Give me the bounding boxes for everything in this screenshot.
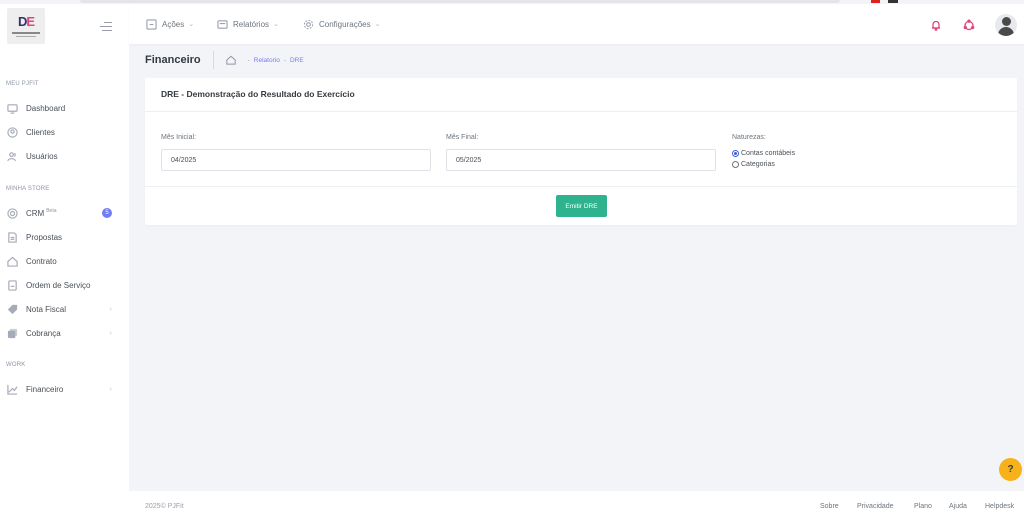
input-value: 04/2025 bbox=[171, 156, 197, 164]
logo-mark: DE bbox=[17, 14, 35, 29]
radio-checked-icon bbox=[732, 150, 739, 157]
sidebar-section-label: MEU PJFIT bbox=[6, 81, 39, 87]
menu-label: Relatórios bbox=[233, 19, 270, 29]
radio-contas-contabeis[interactable]: Contas contábeis bbox=[732, 150, 795, 157]
document-icon bbox=[6, 231, 18, 243]
breadcrumb-separator: - bbox=[247, 56, 250, 64]
browser-extension-icon[interactable] bbox=[871, 0, 880, 3]
footer-copyright: 2025© PJFit bbox=[145, 503, 184, 510]
sidebar-item-contrato[interactable]: Contrato bbox=[6, 253, 122, 269]
copy-icon bbox=[6, 327, 18, 339]
help-button[interactable]: ? bbox=[999, 458, 1022, 481]
sidebar-item-label: CRM bbox=[26, 208, 45, 218]
topbar: Ações ⌄ Relatórios ⌄ Configurações ⌄ bbox=[129, 4, 1024, 44]
sidebar-item-label: Cobrança bbox=[26, 328, 61, 338]
menu-acoes[interactable]: Ações ⌄ bbox=[146, 4, 194, 44]
sidebar-item-cobranca[interactable]: Cobrança › bbox=[6, 325, 122, 341]
radio-label: Contas contábeis bbox=[741, 150, 796, 157]
users-icon bbox=[6, 150, 18, 162]
dre-card: DRE - Demonstração do Resultado do Exerc… bbox=[145, 78, 1017, 225]
page-header: Financeiro - Relatorio - DRE bbox=[145, 50, 304, 70]
home-icon bbox=[6, 255, 18, 267]
footer-link-helpdesk[interactable]: Helpdesk bbox=[985, 503, 1014, 510]
sync-icon[interactable] bbox=[963, 19, 975, 31]
sidebar-section-label: WORK bbox=[6, 362, 26, 368]
sidebar-item-label: Dashboard bbox=[26, 103, 66, 113]
chevron-right-icon: › bbox=[109, 305, 112, 313]
footer: 2025© PJFit Sobre Privacidade Plano Ajud… bbox=[129, 491, 1024, 523]
menu-label: Ações bbox=[162, 19, 185, 29]
file-icon bbox=[6, 279, 18, 291]
sidebar-item-label: Financeiro bbox=[26, 384, 64, 394]
sidebar-section-label: MINHA STORE bbox=[6, 186, 50, 192]
sidebar-item-nota-fiscal[interactable]: Nota Fiscal › bbox=[6, 301, 122, 317]
menu-configuracoes[interactable]: Configurações ⌄ bbox=[303, 4, 380, 44]
footer-link-plano[interactable]: Plano bbox=[914, 503, 932, 510]
sidebar-item-usuarios[interactable]: Usuários bbox=[6, 148, 122, 164]
chevron-down-icon: ⌄ bbox=[273, 21, 279, 28]
radio-label: Categorias bbox=[741, 161, 775, 168]
sidebar-item-label: Propostas bbox=[26, 232, 63, 242]
menu-relatorios[interactable]: Relatórios ⌄ bbox=[217, 4, 279, 44]
home-icon[interactable] bbox=[225, 55, 236, 65]
beta-tag: Beta bbox=[46, 208, 57, 214]
sidebar-item-label: Usuários bbox=[26, 151, 58, 161]
report-icon bbox=[217, 19, 228, 30]
target-icon bbox=[6, 207, 18, 219]
sidebar-item-ordem-de-servico[interactable]: Ordem de Serviço bbox=[6, 277, 122, 293]
input-value: 05/2025 bbox=[456, 156, 482, 164]
breadcrumb-dre: DRE bbox=[289, 56, 304, 64]
nature-label: Naturezas: bbox=[732, 134, 766, 141]
sidebar-item-financeiro[interactable]: Financeiro › bbox=[6, 381, 122, 397]
bell-icon[interactable] bbox=[930, 19, 942, 31]
sidebar-item-label: Clientes bbox=[26, 127, 55, 137]
radio-unchecked-icon bbox=[732, 161, 739, 168]
sidebar-item-clientes[interactable]: Clientes bbox=[6, 124, 122, 140]
notification-badge: 5 bbox=[102, 208, 112, 218]
sidebar-item-label: Ordem de Serviço bbox=[26, 280, 91, 290]
sidebar-item-label: Nota Fiscal bbox=[26, 304, 67, 314]
chart-line-icon bbox=[6, 383, 18, 395]
sidebar-item-propostas[interactable]: Propostas bbox=[6, 229, 122, 245]
emit-dre-button[interactable]: Emitir DRE bbox=[556, 195, 607, 217]
start-month-label: Mês Inicial: bbox=[161, 134, 197, 141]
chevron-right-icon: › bbox=[109, 385, 112, 393]
footer-link-sobre[interactable]: Sobre bbox=[820, 503, 839, 510]
sidebar: DE MEU PJFIT Dashboard Clientes Usuários… bbox=[0, 4, 129, 523]
monitor-icon bbox=[6, 102, 18, 114]
breadcrumb-separator: - bbox=[283, 56, 286, 64]
menu-label: Configurações bbox=[319, 19, 371, 29]
footer-link-ajuda[interactable]: Ajuda bbox=[949, 503, 967, 510]
menu-toggle-icon[interactable] bbox=[100, 22, 112, 31]
card-title: DRE - Demonstração do Resultado do Exerc… bbox=[161, 89, 355, 99]
chevron-down-icon: ⌄ bbox=[188, 21, 195, 28]
chevron-right-icon: › bbox=[109, 329, 112, 337]
start-month-input[interactable]: 04/2025 bbox=[161, 149, 431, 171]
browser-extension-icon[interactable] bbox=[888, 0, 898, 3]
sidebar-item-label: Contrato bbox=[26, 256, 57, 266]
end-month-label: Mês Final: bbox=[446, 134, 479, 141]
browser-address-bar[interactable] bbox=[80, 0, 840, 3]
user-circle-icon bbox=[6, 126, 18, 138]
breadcrumb-relatorio[interactable]: Relatorio bbox=[254, 57, 280, 64]
sidebar-item-crm[interactable]: CRM Beta 5 bbox=[6, 205, 122, 221]
tag-icon bbox=[6, 303, 18, 315]
box-icon bbox=[146, 18, 157, 30]
radio-categorias[interactable]: Categorias bbox=[732, 161, 775, 168]
page-title: Financeiro bbox=[145, 54, 201, 66]
footer-link-privacidade[interactable]: Privacidade bbox=[857, 503, 894, 510]
sidebar-item-dashboard[interactable]: Dashboard bbox=[6, 100, 122, 116]
end-month-input[interactable]: 05/2025 bbox=[446, 149, 716, 171]
gear-icon bbox=[303, 19, 314, 30]
avatar[interactable] bbox=[995, 14, 1017, 36]
chevron-down-icon: ⌄ bbox=[374, 21, 381, 28]
logo[interactable]: DE bbox=[7, 8, 45, 44]
